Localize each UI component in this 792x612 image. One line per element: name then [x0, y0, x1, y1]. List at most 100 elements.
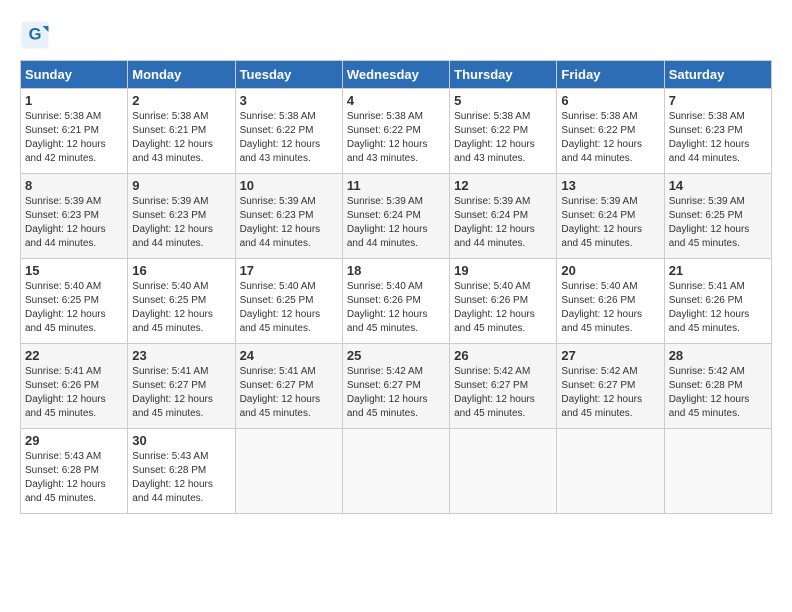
calendar-cell: 17 Sunrise: 5:40 AMSunset: 6:25 PMDayligh… [235, 259, 342, 344]
day-number: 10 [240, 178, 338, 193]
day-number: 11 [347, 178, 445, 193]
calendar-cell: 5 Sunrise: 5:38 AMSunset: 6:22 PMDaylight… [450, 89, 557, 174]
day-info: Sunrise: 5:40 AMSunset: 6:26 PMDaylight:… [454, 280, 552, 336]
calendar-cell: 25 Sunrise: 5:42 AMSunset: 6:27 PMDayligh… [342, 344, 449, 429]
calendar-cell: 23Sunrise: 5:41 AMSunset: 6:27 PMDayligh… [128, 344, 235, 429]
calendar-cell: 6 Sunrise: 5:38 AMSunset: 6:22 PMDaylight… [557, 89, 664, 174]
day-number: 29 [25, 433, 123, 448]
day-info: Sunrise: 5:40 AMSunset: 6:26 PMDaylight:… [561, 280, 659, 336]
column-header-friday: Friday [557, 61, 664, 89]
calendar-cell: 26 Sunrise: 5:42 AMSunset: 6:27 PMDayligh… [450, 344, 557, 429]
calendar-table: SundayMondayTuesdayWednesdayThursdayFrid… [20, 60, 772, 514]
day-info: Sunrise: 5:40 AMSunset: 6:25 PMDaylight:… [132, 280, 230, 336]
day-info: Sunrise: 5:39 AMSunset: 6:25 PMDaylight:… [669, 195, 767, 251]
day-info: Sunrise: 5:43 AMSunset: 6:28 PMDaylight:… [25, 450, 123, 506]
calendar-cell: 28Sunrise: 5:42 AMSunset: 6:28 PMDayligh… [664, 344, 771, 429]
calendar-cell: 15 Sunrise: 5:40 AMSunset: 6:25 PMDayligh… [21, 259, 128, 344]
day-info: Sunrise: 5:39 AMSunset: 6:24 PMDaylight:… [347, 195, 445, 251]
calendar-cell: 29 Sunrise: 5:43 AMSunset: 6:28 PMDayligh… [21, 429, 128, 514]
calendar-cell: 3 Sunrise: 5:38 AMSunset: 6:22 PMDaylight… [235, 89, 342, 174]
day-number: 1 [25, 93, 123, 108]
day-info: Sunrise: 5:42 AMSunset: 6:27 PMDaylight:… [561, 365, 659, 421]
day-info: Sunrise: 5:38 AMSunset: 6:22 PMDaylight:… [454, 110, 552, 166]
calendar-cell: 1 Sunrise: 5:38 AMSunset: 6:21 PMDaylight… [21, 89, 128, 174]
calendar-cell [342, 429, 449, 514]
calendar-header-row: SundayMondayTuesdayWednesdayThursdayFrid… [21, 61, 772, 89]
day-number: 16 [132, 263, 230, 278]
logo: G [20, 20, 54, 50]
calendar-cell: 22Sunrise: 5:41 AMSunset: 6:26 PMDayligh… [21, 344, 128, 429]
day-info: Sunrise: 5:39 AMSunset: 6:23 PMDaylight:… [132, 195, 230, 251]
day-number: 8 [25, 178, 123, 193]
column-header-thursday: Thursday [450, 61, 557, 89]
calendar-cell: 11 Sunrise: 5:39 AMSunset: 6:24 PMDayligh… [342, 174, 449, 259]
day-info: Sunrise: 5:39 AMSunset: 6:23 PMDaylight:… [240, 195, 338, 251]
day-info: Sunrise: 5:38 AMSunset: 6:21 PMDaylight:… [25, 110, 123, 166]
calendar-cell: 18 Sunrise: 5:40 AMSunset: 6:26 PMDayligh… [342, 259, 449, 344]
logo-icon: G [20, 20, 50, 50]
day-info: Sunrise: 5:40 AMSunset: 6:25 PMDaylight:… [25, 280, 123, 336]
day-number: 17 [240, 263, 338, 278]
day-number: 3 [240, 93, 338, 108]
day-info: Sunrise: 5:41 AMSunset: 6:26 PMDaylight:… [669, 280, 767, 336]
calendar-cell: 16 Sunrise: 5:40 AMSunset: 6:25 PMDayligh… [128, 259, 235, 344]
day-number: 23 [132, 348, 230, 363]
svg-text:G: G [29, 26, 42, 44]
calendar-cell: 8 Sunrise: 5:39 AMSunset: 6:23 PMDaylight… [21, 174, 128, 259]
day-number: 26 [454, 348, 552, 363]
calendar-cell: 24 Sunrise: 5:41 AMSunset: 6:27 PMDayligh… [235, 344, 342, 429]
calendar-cell: 2 Sunrise: 5:38 AMSunset: 6:21 PMDaylight… [128, 89, 235, 174]
day-number: 27 [561, 348, 659, 363]
calendar-cell: 14 Sunrise: 5:39 AMSunset: 6:25 PMDayligh… [664, 174, 771, 259]
column-header-monday: Monday [128, 61, 235, 89]
day-info: Sunrise: 5:38 AMSunset: 6:22 PMDaylight:… [561, 110, 659, 166]
calendar-week-3: 15 Sunrise: 5:40 AMSunset: 6:25 PMDayligh… [21, 259, 772, 344]
day-number: 30 [132, 433, 230, 448]
calendar-cell: 4 Sunrise: 5:38 AMSunset: 6:22 PMDaylight… [342, 89, 449, 174]
calendar-week-5: 29 Sunrise: 5:43 AMSunset: 6:28 PMDayligh… [21, 429, 772, 514]
day-info: Sunrise: 5:40 AMSunset: 6:25 PMDaylight:… [240, 280, 338, 336]
day-info: Sunrise: 5:42 AMSunset: 6:28 PMDaylight:… [669, 365, 767, 421]
calendar-cell: 12 Sunrise: 5:39 AMSunset: 6:24 PMDayligh… [450, 174, 557, 259]
day-info: Sunrise: 5:38 AMSunset: 6:22 PMDaylight:… [347, 110, 445, 166]
column-header-tuesday: Tuesday [235, 61, 342, 89]
day-number: 5 [454, 93, 552, 108]
day-number: 7 [669, 93, 767, 108]
day-number: 25 [347, 348, 445, 363]
column-header-sunday: Sunday [21, 61, 128, 89]
day-number: 15 [25, 263, 123, 278]
day-number: 24 [240, 348, 338, 363]
calendar-cell: 30Sunrise: 5:43 AMSunset: 6:28 PMDayligh… [128, 429, 235, 514]
day-info: Sunrise: 5:39 AMSunset: 6:24 PMDaylight:… [454, 195, 552, 251]
day-info: Sunrise: 5:42 AMSunset: 6:27 PMDaylight:… [454, 365, 552, 421]
calendar-cell [664, 429, 771, 514]
day-number: 14 [669, 178, 767, 193]
day-info: Sunrise: 5:40 AMSunset: 6:26 PMDaylight:… [347, 280, 445, 336]
day-info: Sunrise: 5:42 AMSunset: 6:27 PMDaylight:… [347, 365, 445, 421]
day-number: 2 [132, 93, 230, 108]
day-info: Sunrise: 5:38 AMSunset: 6:22 PMDaylight:… [240, 110, 338, 166]
day-number: 18 [347, 263, 445, 278]
calendar-week-4: 22Sunrise: 5:41 AMSunset: 6:26 PMDayligh… [21, 344, 772, 429]
calendar-cell: 19 Sunrise: 5:40 AMSunset: 6:26 PMDayligh… [450, 259, 557, 344]
day-info: Sunrise: 5:38 AMSunset: 6:23 PMDaylight:… [669, 110, 767, 166]
day-number: 22 [25, 348, 123, 363]
calendar-cell: 27 Sunrise: 5:42 AMSunset: 6:27 PMDayligh… [557, 344, 664, 429]
day-number: 20 [561, 263, 659, 278]
day-info: Sunrise: 5:39 AMSunset: 6:23 PMDaylight:… [25, 195, 123, 251]
calendar-cell: 13Sunrise: 5:39 AMSunset: 6:24 PMDayligh… [557, 174, 664, 259]
calendar-cell: 10 Sunrise: 5:39 AMSunset: 6:23 PMDayligh… [235, 174, 342, 259]
day-info: Sunrise: 5:39 AMSunset: 6:24 PMDaylight:… [561, 195, 659, 251]
calendar-week-1: 1 Sunrise: 5:38 AMSunset: 6:21 PMDaylight… [21, 89, 772, 174]
calendar-week-2: 8 Sunrise: 5:39 AMSunset: 6:23 PMDaylight… [21, 174, 772, 259]
calendar-cell: 20 Sunrise: 5:40 AMSunset: 6:26 PMDayligh… [557, 259, 664, 344]
calendar-cell [235, 429, 342, 514]
day-number: 19 [454, 263, 552, 278]
day-number: 12 [454, 178, 552, 193]
calendar-cell: 9 Sunrise: 5:39 AMSunset: 6:23 PMDaylight… [128, 174, 235, 259]
day-info: Sunrise: 5:41 AMSunset: 6:27 PMDaylight:… [240, 365, 338, 421]
day-number: 9 [132, 178, 230, 193]
day-info: Sunrise: 5:38 AMSunset: 6:21 PMDaylight:… [132, 110, 230, 166]
day-number: 6 [561, 93, 659, 108]
day-number: 4 [347, 93, 445, 108]
